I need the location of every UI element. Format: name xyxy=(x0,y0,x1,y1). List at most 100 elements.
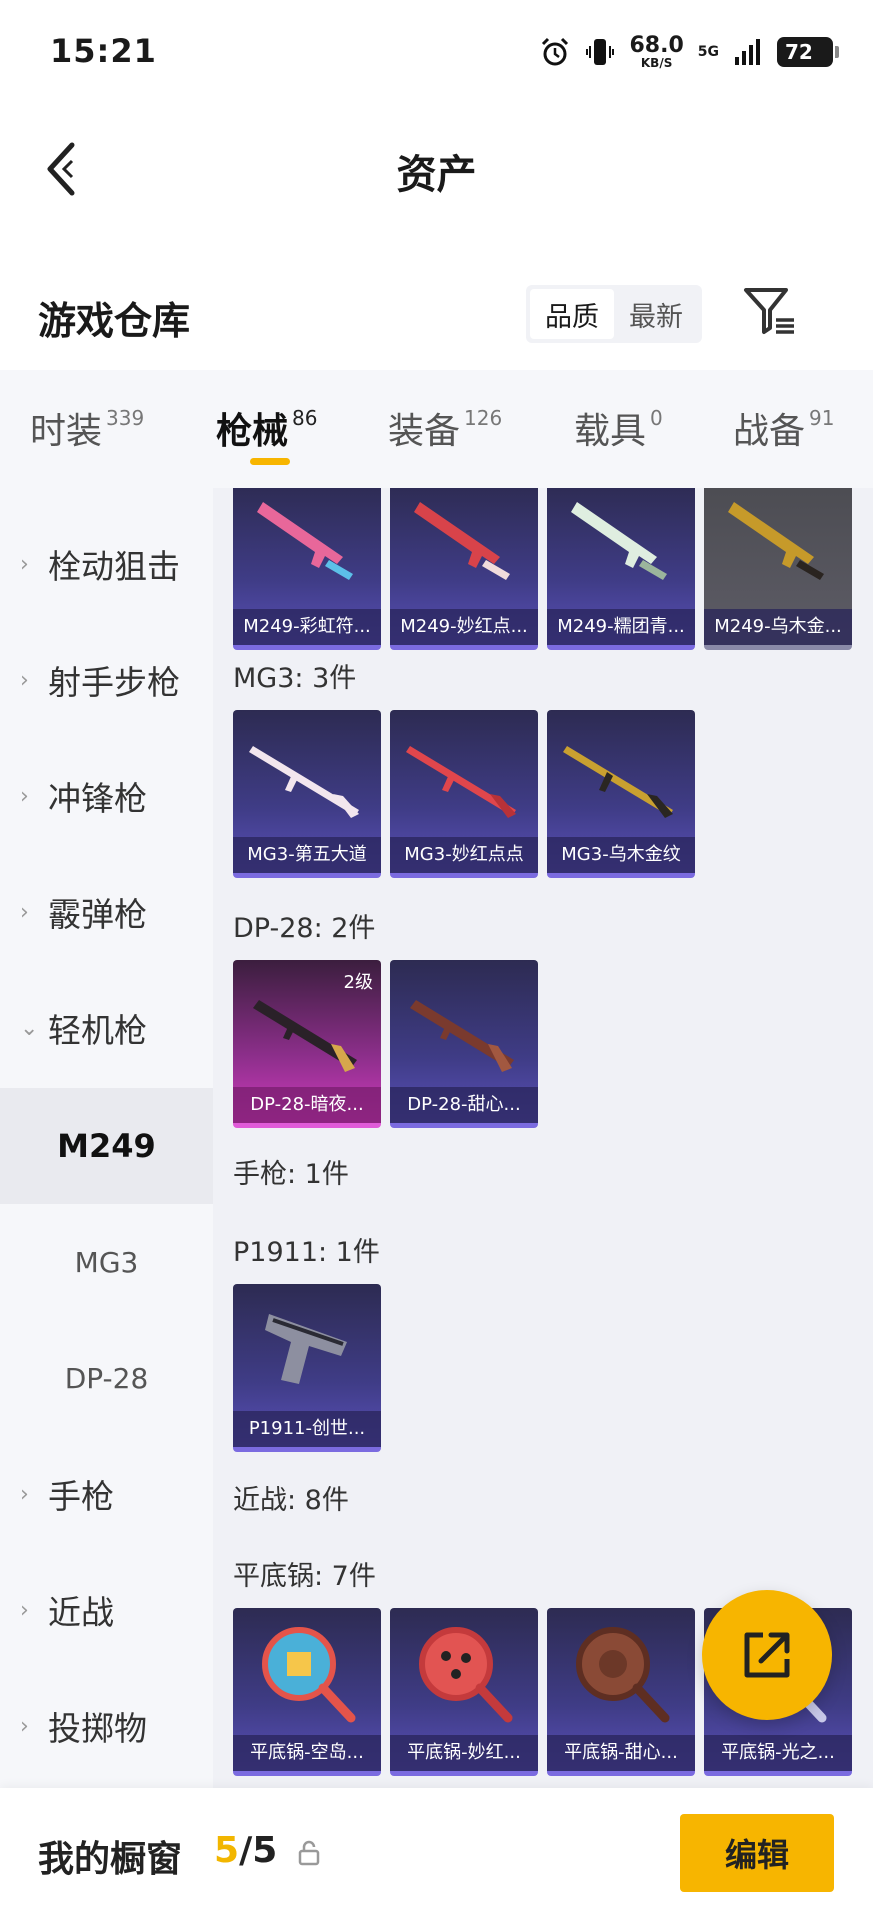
item-card[interactable]: MG3-第五大道 xyxy=(233,710,381,878)
tab-fashion-count: 339 xyxy=(106,406,145,430)
tab-vehicles-count: 0 xyxy=(650,406,663,430)
sidebar-item-label: 栓动狙击 xyxy=(48,547,180,586)
filter-icon xyxy=(744,288,794,334)
chevron-right-icon: › xyxy=(20,1597,29,1623)
group-header: P1911: 1件 xyxy=(233,1237,380,1268)
item-card-label: M249-乌木金... xyxy=(704,609,852,645)
sidebar-item-label: 冲锋枪 xyxy=(48,779,147,818)
sidebar-item-melee[interactable]: › 近战 xyxy=(0,1552,213,1668)
share-external-icon xyxy=(744,1632,790,1678)
item-card-label: MG3-第五大道 xyxy=(233,837,381,873)
sidebar-item-label: 投掷物 xyxy=(48,1709,147,1748)
sidebar-subitem-mg3[interactable]: MG3 xyxy=(0,1204,213,1320)
item-card-label: P1911-创世... xyxy=(233,1411,381,1447)
tab-vehicles[interactable]: 载具 0 xyxy=(574,402,663,454)
bottom-bar: 我的橱窗 5/5 编辑 xyxy=(0,1788,873,1920)
sidebar-item-throwables[interactable]: › 投掷物 xyxy=(0,1668,213,1784)
item-card-label: 平底锅-光之... xyxy=(704,1735,852,1771)
tab-gear-count: 91 xyxy=(809,406,835,430)
tab-fashion-label: 时装 xyxy=(30,411,103,452)
tab-equipment[interactable]: 装备 126 xyxy=(388,402,502,454)
alarm-icon xyxy=(542,37,569,66)
active-tab-indicator xyxy=(250,458,290,465)
item-card-label: 平底锅-空岛... xyxy=(233,1735,381,1771)
pistol-icon xyxy=(265,1314,347,1384)
item-card[interactable]: M249-乌木金... xyxy=(704,488,852,650)
chevron-right-icon: › xyxy=(20,783,29,809)
weapon-type-sidebar: › 栓动狙击 › 射手步枪 › 冲锋枪 › 霰弹枪 ⌄ 轻机枪 M249 MG3 DP-2… xyxy=(0,488,213,1788)
sidebar-item-label: 霰弹枪 xyxy=(48,895,147,934)
item-card[interactable]: 平底锅-妙红... xyxy=(390,1608,538,1776)
sidebar-item-pistol[interactable]: › 手枪 xyxy=(0,1436,213,1552)
tab-fashion[interactable]: 时装 339 xyxy=(30,402,144,454)
item-card[interactable]: M249-彩虹符... xyxy=(233,488,381,650)
item-card-label: M249-彩虹符... xyxy=(233,609,381,645)
group-header: 手枪: 1件 xyxy=(233,1159,349,1190)
status-time: 15:21 xyxy=(50,32,157,70)
sort-toggle: 品质 最新 xyxy=(526,285,702,343)
tab-gear-label: 战备 xyxy=(733,411,806,452)
lmg-icon xyxy=(728,502,824,580)
tab-firearms-count: 86 xyxy=(292,406,318,430)
speed-unit: KB/S xyxy=(640,56,673,70)
status-icons: 68.0 KB/S 5G 72 xyxy=(539,30,839,74)
item-card-label: 平底锅-妙红... xyxy=(390,1735,538,1771)
item-card-label: DP-28-暗夜... xyxy=(233,1087,381,1123)
item-card[interactable]: 2级 DP-28-暗夜... xyxy=(233,960,381,1128)
item-card[interactable]: P1911-创世... xyxy=(233,1284,381,1452)
sidebar-item-label: 轻机枪 xyxy=(48,1011,147,1050)
machine-gun-icon xyxy=(406,746,516,818)
network-type: 5G xyxy=(697,44,719,60)
item-card[interactable]: 平底锅-甜心... xyxy=(547,1608,695,1776)
machine-gun-icon xyxy=(563,746,673,818)
item-card-label: 平底锅-甜心... xyxy=(547,1735,695,1771)
sidebar-item-bolt-sniper[interactable]: › 栓动狙击 xyxy=(0,506,213,622)
item-card-label: DP-28-甜心... xyxy=(390,1087,538,1123)
machine-gun-icon xyxy=(249,746,359,818)
edit-button[interactable]: 编辑 xyxy=(680,1814,834,1892)
signal-icon xyxy=(735,39,760,65)
item-card[interactable]: DP-28-甜心... xyxy=(390,960,538,1128)
frying-pan-icon xyxy=(419,1627,513,1723)
group-header: MG3: 3件 xyxy=(233,663,357,694)
status-bar: 15:21 68.0 KB/S 5G 72 xyxy=(0,0,873,104)
item-card-label: M249-妙红点... xyxy=(390,609,538,645)
share-button[interactable] xyxy=(702,1590,832,1720)
vibrate-icon xyxy=(586,39,615,65)
lmg-icon xyxy=(414,502,510,580)
warehouse-title: 游戏仓库 xyxy=(38,299,191,343)
network-speed: 68.0 KB/S xyxy=(629,35,683,70)
item-card[interactable]: MG3-妙红点点 xyxy=(390,710,538,878)
item-card[interactable]: 平底锅-空岛... xyxy=(233,1608,381,1776)
frying-pan-icon xyxy=(262,1627,356,1723)
sidebar-subitem-m249[interactable]: M249 xyxy=(0,1088,213,1204)
app-header: 资产 xyxy=(0,104,873,224)
battery-indicator: 72 xyxy=(777,37,839,67)
group-header: DP-28: 2件 xyxy=(233,913,376,944)
sidebar-item-shotgun[interactable]: › 霰弹枪 xyxy=(0,854,213,970)
page-title: 资产 xyxy=(396,152,477,198)
item-card[interactable]: MG3-乌木金纹 xyxy=(547,710,695,878)
sidebar-item-lmg[interactable]: ⌄ 轻机枪 xyxy=(0,970,213,1086)
item-card[interactable]: M249-妙红点... xyxy=(390,488,538,650)
category-tabs: 时装 339 枪械 86 装备 126 载具 0 战备 91 xyxy=(0,370,873,488)
lmg-icon xyxy=(571,502,667,580)
tab-equipment-count: 126 xyxy=(464,406,503,430)
sidebar-item-smg[interactable]: › 冲锋枪 xyxy=(0,738,213,854)
chevron-right-icon: › xyxy=(20,667,29,693)
sort-quality-button[interactable]: 品质 xyxy=(530,289,614,339)
showcase-total: 5 xyxy=(252,1830,278,1871)
item-card[interactable]: M249-糯团青... xyxy=(547,488,695,650)
lmg-icon xyxy=(257,502,353,580)
sort-newest-button[interactable]: 最新 xyxy=(614,289,698,339)
sidebar-item-marksman[interactable]: › 射手步枪 xyxy=(0,622,213,738)
tab-firearms[interactable]: 枪械 86 xyxy=(216,402,317,454)
sidebar-subitem-dp28[interactable]: DP-28 xyxy=(0,1320,213,1436)
chevron-down-icon: ⌄ xyxy=(20,1015,39,1041)
item-card-label: MG3-乌木金纹 xyxy=(547,837,695,873)
tab-gear[interactable]: 战备 91 xyxy=(733,402,834,454)
filter-button[interactable] xyxy=(742,284,798,340)
item-card-label: M249-糯团青... xyxy=(547,609,695,645)
level-badge: 2级 xyxy=(343,972,373,993)
showcase-separator: / xyxy=(239,1830,253,1871)
